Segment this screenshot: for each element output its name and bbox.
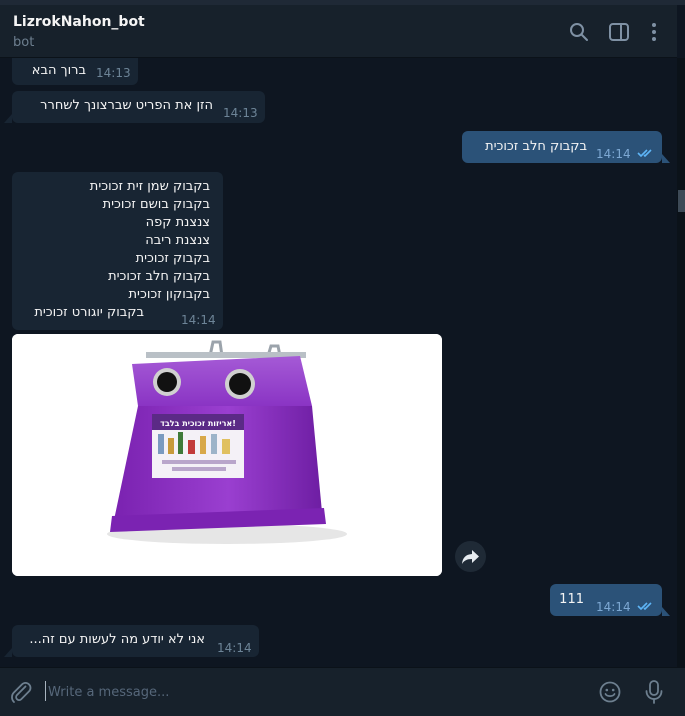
message-line: בקבוקון זכוכית (128, 287, 210, 302)
bin-sign-title: אריזות זכוכית בלבד! (160, 419, 236, 428)
sidebar-toggle-icon[interactable] (608, 21, 630, 43)
read-receipt-icon (637, 149, 652, 158)
incoming-message[interactable]: הזן את הפריט שברצונך לשחרר 14:13 (12, 91, 265, 123)
message-text: הזן את הפריט שברצונך לשחרר (40, 98, 213, 113)
scrollbar-thumb[interactable] (678, 190, 685, 212)
chat-title[interactable]: LizrokNahon_bot (13, 14, 145, 30)
message-time: 14:14 (181, 313, 216, 327)
chat-scrollbar[interactable] (677, 58, 685, 667)
more-vertical-icon[interactable] (643, 21, 665, 43)
message-time: 14:13 (96, 66, 131, 80)
message-line: צנצנת קפה (145, 215, 210, 230)
bubble-tail (4, 114, 12, 123)
outgoing-message[interactable]: 111 14:14 (550, 584, 662, 616)
paperclip-icon[interactable] (9, 680, 33, 704)
message-text: 111 (559, 592, 584, 607)
message-line: בקבוק שמן זית זכוכית (89, 179, 210, 194)
photo-message[interactable]: אריזות זכוכית בלבד! (12, 334, 442, 576)
read-receipt-icon (637, 602, 652, 611)
incoming-message[interactable]: בקבוק שמן זית זכוכית בקבוק בושם זכוכית צ… (12, 172, 223, 330)
message-input[interactable] (48, 680, 568, 704)
message-composer (0, 667, 685, 716)
bubble-tail (662, 154, 670, 163)
incoming-message[interactable]: ברוך הבא 14:13 (12, 58, 138, 85)
message-line: בקבוק חלב זכוכית (108, 269, 210, 284)
purple-glass-recycling-bin-image: אריזות זכוכית בלבד! (12, 334, 442, 576)
outgoing-message[interactable]: בקבוק חלב זכוכית 14:14 (462, 131, 662, 163)
message-line: צנצנת ריבה (145, 233, 210, 248)
text-caret (45, 681, 46, 701)
message-time: 14:14 (596, 600, 631, 614)
message-line: בקבוק בושם זכוכית (102, 197, 210, 212)
message-text: ברוך הבא (31, 63, 86, 78)
search-icon[interactable] (568, 21, 590, 43)
message-time: 14:14 (596, 147, 631, 161)
message-text: אני לא יודע מה לעשות עם זה... (29, 632, 205, 647)
message-text: בקבוק חלב זכוכית (485, 139, 587, 154)
incoming-message[interactable]: אני לא יודע מה לעשות עם זה... 14:14 (12, 625, 259, 657)
bubble-tail (4, 648, 12, 657)
share-arrow-icon (462, 550, 479, 564)
message-line: בקבוק יוגורט זכוכית (34, 305, 144, 320)
message-line: בקבוק זכוכית (135, 251, 210, 266)
message-time: 14:13 (223, 106, 258, 120)
message-list[interactable]: ברוך הבא 14:13 הזן את הפריט שברצונך לשחר… (0, 58, 677, 667)
smile-icon[interactable] (598, 680, 622, 704)
message-time: 14:14 (217, 641, 252, 655)
microphone-icon[interactable] (642, 679, 666, 705)
chat-header: LizrokNahon_bot bot (0, 5, 677, 58)
bubble-tail (662, 607, 670, 616)
share-button[interactable] (455, 541, 486, 572)
chat-status: bot (13, 35, 35, 50)
